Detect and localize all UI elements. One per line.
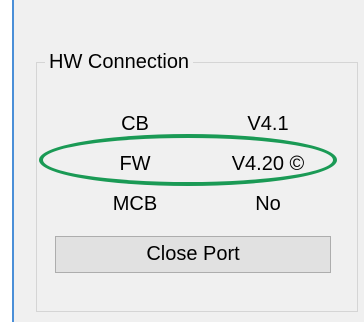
mcb-status-value: No xyxy=(255,193,281,215)
fw-label: FW xyxy=(119,153,151,175)
close-port-button[interactable]: Close Port xyxy=(55,236,331,273)
cb-label: CB xyxy=(121,113,149,135)
mcb-row: MCB No xyxy=(37,189,357,219)
cb-row: CB V4.1 xyxy=(37,109,357,139)
hw-panel-window: HW Connection CB V4.1 FW V4.20 © MCB No … xyxy=(12,0,364,322)
group-title: HW Connection xyxy=(45,51,194,73)
fw-row: FW V4.20 © xyxy=(37,149,357,179)
hw-connection-groupbox: HW Connection CB V4.1 FW V4.20 © MCB No … xyxy=(36,51,358,312)
fw-version-value: V4.20 © xyxy=(231,153,305,175)
mcb-label: MCB xyxy=(112,193,158,215)
cb-version-value: V4.1 xyxy=(247,113,289,135)
